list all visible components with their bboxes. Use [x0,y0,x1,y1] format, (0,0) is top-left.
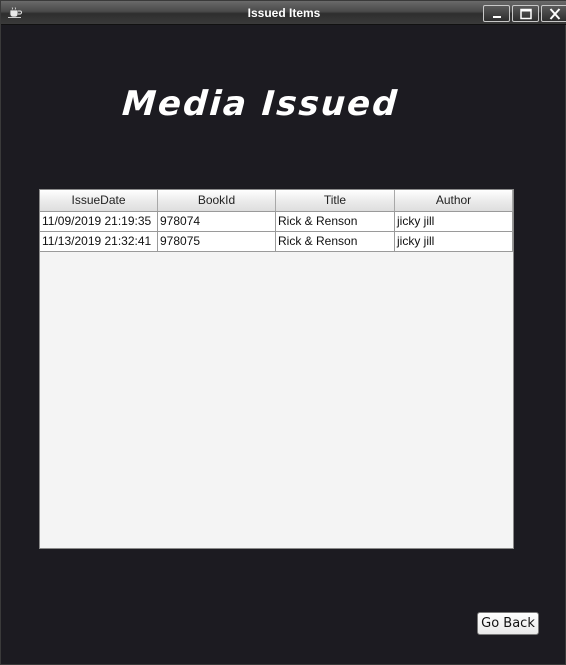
column-header-book-id[interactable]: BookId [158,190,276,211]
close-icon [549,8,561,20]
maximize-button[interactable] [512,5,539,22]
go-back-button[interactable]: Go Back [477,612,539,635]
close-button[interactable] [541,5,566,22]
table-row[interactable]: 11/13/2019 21:32:41 978075 Rick & Renson… [40,232,513,252]
column-header-issue-date[interactable]: IssueDate [40,190,158,211]
svg-text:Media Issued: Media Issued [122,84,400,123]
cell-author[interactable]: jicky jill [395,232,513,251]
cell-title[interactable]: Rick & Renson [276,232,395,251]
table-header: IssueDate BookId Title Author [40,190,513,212]
title-bar[interactable]: Issued Items [1,1,566,25]
page-heading: Media Issued [122,84,400,123]
cell-issue-date[interactable]: 11/09/2019 21:19:35 [40,212,158,231]
cell-author[interactable]: jicky jill [395,212,513,231]
cell-issue-date[interactable]: 11/13/2019 21:32:41 [40,232,158,251]
window-title: Issued Items [247,6,321,20]
cell-book-id[interactable]: 978074 [158,212,276,231]
cell-title[interactable]: Rick & Renson [276,212,395,231]
cell-book-id[interactable]: 978075 [158,232,276,251]
column-header-title[interactable]: Title [276,190,395,211]
minimize-button[interactable] [483,5,510,22]
maximize-icon [520,8,532,20]
column-header-author[interactable]: Author [395,190,513,211]
minimize-icon [493,16,501,18]
issued-items-window: Issued Items Media Issued IssueDate Book… [0,0,566,665]
issued-media-table[interactable]: IssueDate BookId Title Author 11/09/2019… [39,189,514,549]
table-row[interactable]: 11/09/2019 21:19:35 978074 Rick & Renson… [40,212,513,232]
